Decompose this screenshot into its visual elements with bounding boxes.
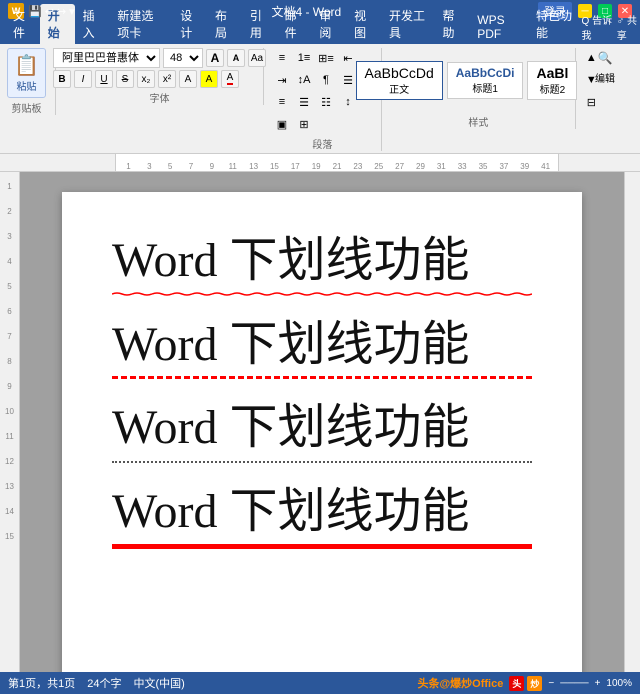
document-page[interactable]: Word 下划线功能 Word 下划线功能 Word 下划线功能 Word 下划… [62, 192, 582, 672]
font-color-button[interactable]: A [221, 70, 239, 88]
font-name-select[interactable]: 阿里巴巴普惠体 [53, 48, 160, 68]
tab-special[interactable]: 特色功能 [528, 4, 582, 44]
clipboard-buttons: 📋 粘贴 [7, 48, 46, 98]
paste-button[interactable]: 📋 粘贴 [7, 48, 46, 98]
more-btn-titlebar[interactable]: ▾ [69, 5, 75, 18]
paragraph-group-label: 段落 [312, 136, 332, 151]
zoom-level: 100% [606, 678, 632, 689]
style-normal[interactable]: AaBbCcDd 正文 [356, 61, 443, 100]
edit-buttons: 🔍 编辑 [585, 48, 625, 85]
comments-link[interactable]: ♂ 共享 [617, 12, 640, 42]
ribbon-group-styles: AaBbCcDd 正文 AaBbCcDi 标题1 AaBl 标题2 ▲ ▼ ⊟ … [390, 48, 576, 129]
text-line-2[interactable]: Word 下划线功能 [112, 316, 532, 380]
style-group-label: 样式 [468, 114, 488, 129]
save-btn-titlebar[interactable]: 💾 [28, 5, 42, 18]
undo-btn-titlebar[interactable]: ↩ [45, 5, 54, 18]
font-section: 阿里巴巴普惠体 48 A A Aa B I U S x₂ x² A A A [53, 48, 266, 88]
ribbon-group-font: 阿里巴巴普惠体 48 A A Aa B I U S x₂ x² A A A [64, 48, 264, 105]
vertical-ruler: 12345 678910 1112131415 [0, 172, 20, 672]
text-content-4: Word 下划线功能 [112, 485, 469, 538]
show-marks-button[interactable]: ¶ [316, 70, 336, 90]
tab-references[interactable]: 引用 [242, 4, 277, 44]
tab-design[interactable]: 设计 [172, 4, 207, 44]
style-heading2[interactable]: AaBl 标题2 [527, 61, 577, 100]
page-info: 第1页，共1页 [8, 675, 75, 691]
tab-insert[interactable]: 插入 [75, 4, 110, 44]
align-center-button[interactable]: ≡ [272, 92, 292, 112]
status-bar-left: 第1页，共1页 24个字 中文(中国) [8, 675, 185, 691]
paste-label: 粘贴 [17, 78, 37, 93]
watermark-text: 头条@爆炒Office [417, 675, 503, 691]
shading-button[interactable]: ▣ [272, 114, 292, 134]
bold-button[interactable]: B [53, 70, 71, 88]
tab-help[interactable]: 帮助 [434, 4, 469, 44]
text-content-3: Word 下划线功能 [112, 401, 469, 454]
redo-btn-titlebar[interactable]: ↪ [57, 5, 66, 18]
bullets-button[interactable]: ≡ [272, 48, 292, 68]
font-format-clear[interactable]: Aa [248, 49, 266, 67]
text-effect-button[interactable]: A [179, 70, 197, 88]
justify-button[interactable]: ☷ [316, 92, 336, 112]
tab-new-tab[interactable]: 新建选项卡 [109, 4, 172, 44]
font-row1: 阿里巴巴普惠体 48 A A Aa [53, 48, 266, 68]
multilevel-button[interactable]: ⊞≡ [316, 48, 336, 68]
zoom-in-button[interactable]: + [595, 678, 601, 689]
horizontal-ruler: 1 3 5 7 9 11 13 15 17 19 21 23 25 27 29 … [0, 154, 640, 172]
edit-label: 编辑 [595, 70, 615, 85]
strikethrough-button[interactable]: S [116, 70, 134, 88]
ribbon-tabs: 文件 开始 插入 新建选项卡 设计 布局 引用 邮件 审阅 视图 开发工具 帮助… [0, 22, 640, 44]
font-row2: B I U S x₂ x² A A A [53, 70, 266, 88]
page-wrapper: Word 下划线功能 Word 下划线功能 Word 下划线功能 Word 下划… [20, 172, 624, 672]
italic-button[interactable]: I [74, 70, 92, 88]
main-area: 12345 678910 1112131415 Word 下划线功能 Word … [0, 172, 640, 672]
subscript-button[interactable]: x₂ [137, 70, 155, 88]
increase-indent-button[interactable]: ⇥ [272, 70, 292, 90]
toutiao-icon: 头 [509, 676, 524, 691]
ribbon-content: 📋 粘贴 剪贴板 阿里巴巴普惠体 48 A A Aa B I U [0, 44, 640, 154]
text-line-1[interactable]: Word 下划线功能 [112, 232, 532, 296]
ribbon-group-edit: 🔍 编辑 [584, 48, 634, 87]
underline-wavy-1 [112, 292, 532, 296]
text-line-3[interactable]: Word 下划线功能 [112, 399, 532, 463]
tab-developer[interactable]: 开发工具 [381, 4, 435, 44]
status-bar-right: 头条@爆炒Office 头 炒 − ──── + 100% [417, 675, 632, 691]
tab-layout[interactable]: 布局 [207, 4, 242, 44]
baozha-icon: 炒 [527, 676, 542, 691]
styles-more[interactable]: ⊟ [581, 92, 601, 112]
right-scrollbar[interactable] [624, 172, 640, 672]
styles-section: AaBbCcDd 正文 AaBbCcDi 标题1 AaBl 标题2 ▲ ▼ ⊟ [356, 48, 602, 112]
text-content-1: Word 下划线功能 [112, 234, 469, 287]
text-line-4[interactable]: Word 下划线功能 [112, 483, 532, 547]
tab-mailings[interactable]: 邮件 [277, 4, 312, 44]
font-group-label: 字体 [150, 90, 170, 105]
font-size-increase[interactable]: A [206, 49, 224, 67]
char-count: 24个字 [87, 675, 121, 691]
text-highlight-button[interactable]: A [200, 70, 218, 88]
language: 中文(中国) [134, 675, 185, 691]
zoom-slider[interactable]: ──── [560, 678, 588, 689]
numbering-button[interactable]: 1≡ [294, 48, 314, 68]
tab-wps-pdf[interactable]: WPS PDF [469, 10, 528, 44]
zoom-out-button[interactable]: − [548, 678, 554, 689]
font-size-decrease[interactable]: A [227, 49, 245, 67]
clipboard-group-label: 剪贴板 [12, 100, 42, 115]
style-heading1[interactable]: AaBbCcDi 标题1 [447, 62, 524, 99]
share-link[interactable]: Q 告诉我 [582, 12, 613, 42]
ruler-scale: 1 3 5 7 9 11 13 15 17 19 21 23 25 27 29 … [115, 154, 559, 171]
text-content-2: Word 下划线功能 [112, 318, 469, 371]
find-button[interactable]: 🔍 [585, 48, 625, 68]
underline-double-red-4 [112, 540, 532, 546]
sort-button[interactable]: ↕A [294, 70, 314, 90]
borders-button[interactable]: ⊞ [294, 114, 314, 134]
font-size-select[interactable]: 48 [163, 48, 203, 68]
paste-icon: 📋 [14, 53, 39, 78]
align-right-button[interactable]: ☰ [294, 92, 314, 112]
underline-dashed-red-2 [112, 376, 532, 379]
tab-view[interactable]: 视图 [346, 4, 381, 44]
tab-review[interactable]: 审阅 [311, 4, 346, 44]
superscript-button[interactable]: x² [158, 70, 176, 88]
ribbon-group-clipboard: 📋 粘贴 剪贴板 [6, 48, 56, 115]
underline-dotted-3 [112, 460, 532, 463]
underline-button[interactable]: U [95, 70, 113, 88]
